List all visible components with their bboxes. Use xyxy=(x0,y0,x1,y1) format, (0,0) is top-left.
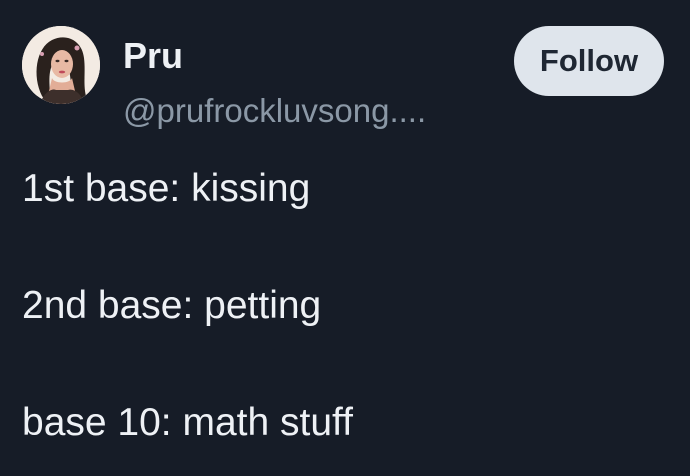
user-handle[interactable]: @prufrockluvsong.... xyxy=(123,91,426,131)
tweet-text-line: base 10: math stuff xyxy=(22,401,353,444)
follow-button[interactable]: Follow xyxy=(514,26,664,96)
tweet-text-line: 2nd base: petting xyxy=(22,284,322,327)
profile-photo-avatar-icon xyxy=(22,26,100,104)
tweet-card: Pru @prufrockluvsong.... Follow 1st base… xyxy=(0,0,690,476)
display-name[interactable]: Pru xyxy=(123,36,183,76)
tweet-text-line: 1st base: kissing xyxy=(22,167,311,210)
avatar[interactable] xyxy=(22,26,100,104)
